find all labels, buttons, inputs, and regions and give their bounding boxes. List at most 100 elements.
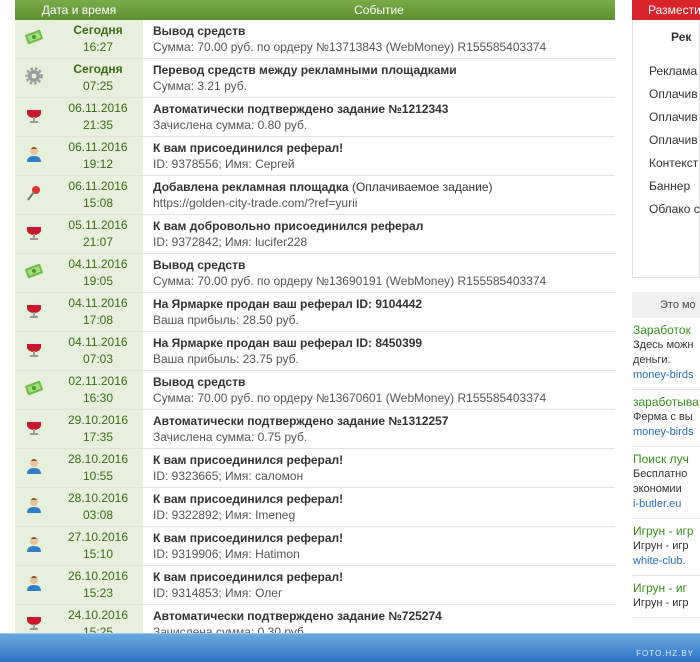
ad-menu-item[interactable]: Контекст bbox=[633, 152, 699, 175]
row-date: 05.11.2016 bbox=[68, 218, 128, 232]
row-event: На Ярмарке продан ваш реферал ID: 845039… bbox=[143, 332, 615, 370]
table-row: 02.11.2016 16:30 Вывод средств Сумма: 70.00… bbox=[15, 371, 615, 410]
user-icon bbox=[24, 145, 44, 168]
event-detail: Сумма: 70.00 руб. по ордеру №13713843 (W… bbox=[153, 40, 547, 54]
ad-description: Игрун - игр bbox=[633, 597, 689, 609]
ad-menu-item[interactable]: Оплачив bbox=[633, 106, 699, 129]
event-detail: ID: 9378556; Имя: Сергей bbox=[153, 157, 295, 171]
event-title: К вам присоединился реферал! bbox=[153, 570, 344, 584]
row-event: Вывод средств Сумма: 70.00 руб. по ордеру… bbox=[143, 371, 615, 409]
event-title: К вам присоединился реферал! bbox=[153, 492, 344, 506]
event-detail: ID: 9322892; Имя: Imeneg bbox=[153, 508, 296, 522]
row-event: На Ярмарке продан ваш реферал ID: 910444… bbox=[143, 293, 615, 331]
row-date: 02.11.2016 bbox=[68, 374, 128, 388]
event-detail: Сумма: 3.21 руб. bbox=[153, 79, 247, 93]
row-datetime: 02.11.2016 16:30 bbox=[53, 371, 143, 409]
ad-url[interactable]: i-butler.eu bbox=[633, 497, 700, 512]
row-date: 06.11.2016 bbox=[68, 101, 128, 115]
history-table: Дата и время Событие Сегодня 16:27 Вывод с… bbox=[15, 0, 615, 644]
row-event: Вывод средств Сумма: 70.00 руб. по ордеру… bbox=[143, 20, 615, 58]
row-icon-cell bbox=[15, 371, 53, 409]
row-date: 06.11.2016 bbox=[68, 140, 128, 154]
row-time: 16:30 bbox=[82, 391, 114, 405]
event-detail: ID: 9319906; Имя: Hatimon bbox=[153, 547, 300, 561]
row-date: 28.10.2016 bbox=[67, 452, 129, 466]
row-event: К вам присоединился реферал! ID: 9323665;… bbox=[143, 449, 615, 487]
ad-menu-item[interactable]: Баннер bbox=[633, 175, 699, 198]
event-title: К вам присоединился реферал! bbox=[153, 453, 344, 467]
table-row: Сегодня 16:27 Вывод средств Сумма: 70.00 ру… bbox=[15, 20, 615, 59]
ad-description: деньги. bbox=[633, 354, 671, 366]
table-row: 06.11.2016 21:35 Автоматически подтвержден… bbox=[15, 98, 615, 137]
event-title: Перевод средств между рекламными площадк… bbox=[153, 63, 457, 77]
ad-menu-list: Реклама Оплачив Оплачив Оплачив Контекст Банн… bbox=[633, 60, 700, 221]
event-detail: Сумма: 70.00 руб. по ордеру №13690191 (W… bbox=[153, 274, 547, 288]
ad-description: Здесь можн bbox=[633, 339, 694, 351]
event-title: Вывод средств bbox=[153, 24, 246, 38]
row-date: Сегодня bbox=[73, 62, 123, 76]
ad-menu-item[interactable]: Облако с bbox=[633, 198, 700, 221]
ad-title[interactable]: Заработок bbox=[633, 322, 700, 338]
ad-title[interactable]: Игрун - игр bbox=[633, 523, 700, 539]
row-datetime: 29.10.2016 17:35 bbox=[53, 410, 143, 448]
row-icon-cell bbox=[15, 59, 53, 97]
row-icon-cell bbox=[15, 293, 53, 331]
ad-url[interactable]: money-birds bbox=[633, 425, 700, 440]
ad-title[interactable]: заработыва bbox=[633, 394, 700, 410]
place-ad-button[interactable]: Размести bbox=[632, 0, 700, 20]
row-event: К вам присоединился реферал! ID: 9322892;… bbox=[143, 488, 615, 526]
row-time: 17:08 bbox=[82, 313, 114, 327]
row-date: 27.10.2016 bbox=[67, 530, 129, 544]
row-icon-cell bbox=[15, 566, 53, 604]
money-icon bbox=[24, 262, 44, 285]
ad-url[interactable]: white-club. bbox=[633, 554, 700, 569]
ad-menu-item[interactable]: Реклама bbox=[633, 60, 699, 83]
event-title: Автоматически подтверждено задание №7252… bbox=[153, 609, 442, 623]
row-time: 03:08 bbox=[82, 508, 114, 522]
user-icon bbox=[24, 496, 44, 519]
ad-menu-item[interactable]: Оплачив bbox=[633, 129, 699, 152]
row-datetime: 27.10.2016 15:10 bbox=[53, 527, 143, 565]
row-time: 15:10 bbox=[82, 547, 114, 561]
row-event: К вам присоединился реферал! ID: 9314853;… bbox=[143, 566, 615, 604]
row-time: 15:08 bbox=[82, 196, 114, 210]
row-datetime: 26.10.2016 15:23 bbox=[53, 566, 143, 604]
table-row: 27.10.2016 15:10 К вам присоединился рефер… bbox=[15, 527, 615, 566]
windows-taskbar: FOTO.HZ.BY bbox=[0, 633, 700, 662]
row-date: 04.11.2016 bbox=[68, 257, 128, 271]
row-time: 19:05 bbox=[82, 274, 114, 288]
row-datetime: 28.10.2016 10:55 bbox=[53, 449, 143, 487]
table-row: 04.11.2016 19:05 Вывод средств Сумма: 70.00… bbox=[15, 254, 615, 293]
row-event: К вам присоединился реферал! ID: 9319906;… bbox=[143, 527, 615, 565]
row-icon-cell bbox=[15, 137, 53, 175]
row-time: 19:12 bbox=[82, 157, 114, 171]
ad-item: Заработок Здесь можн деньги. money-birds bbox=[632, 318, 700, 390]
row-event: Вывод средств Сумма: 70.00 руб. по ордеру… bbox=[143, 254, 615, 292]
ad-item: Поиск луч Бесплатно экономии i-butler.eu bbox=[632, 447, 700, 519]
ads-list: Заработок Здесь можн деньги. money-birds зар… bbox=[632, 318, 700, 618]
ad-item: Игрун - игр Игрун - игр white-club. bbox=[632, 519, 700, 576]
row-time: 07:25 bbox=[82, 79, 114, 93]
ad-url[interactable]: money-birds bbox=[633, 368, 700, 383]
task-icon bbox=[24, 340, 44, 363]
money-icon bbox=[24, 379, 44, 402]
ad-menu-title: Рек bbox=[671, 30, 692, 44]
ad-item: Игрун - иг Игрун - игр bbox=[632, 576, 700, 618]
task-icon bbox=[24, 301, 44, 324]
row-datetime: Сегодня 07:25 bbox=[53, 59, 143, 97]
row-time: 16:27 bbox=[82, 40, 114, 54]
event-title: К вам присоединился реферал! bbox=[153, 141, 344, 155]
ad-menu-item[interactable]: Оплачив bbox=[633, 83, 699, 106]
row-icon-cell bbox=[15, 332, 53, 370]
ad-title[interactable]: Игрун - иг bbox=[633, 580, 700, 596]
ad-description: Бесплатно bbox=[633, 468, 688, 480]
event-detail: ID: 9314853; Имя: Олег bbox=[153, 586, 283, 600]
task-icon bbox=[24, 418, 44, 441]
row-icon-cell bbox=[15, 98, 53, 136]
user-icon bbox=[24, 574, 44, 597]
row-date: 24.10.2016 bbox=[67, 608, 129, 622]
ad-title[interactable]: Поиск луч bbox=[633, 451, 700, 467]
row-datetime: 04.11.2016 07:03 bbox=[53, 332, 143, 370]
table-body: Сегодня 16:27 Вывод средств Сумма: 70.00 ру… bbox=[15, 20, 615, 644]
event-title: Вывод средств bbox=[153, 375, 246, 389]
